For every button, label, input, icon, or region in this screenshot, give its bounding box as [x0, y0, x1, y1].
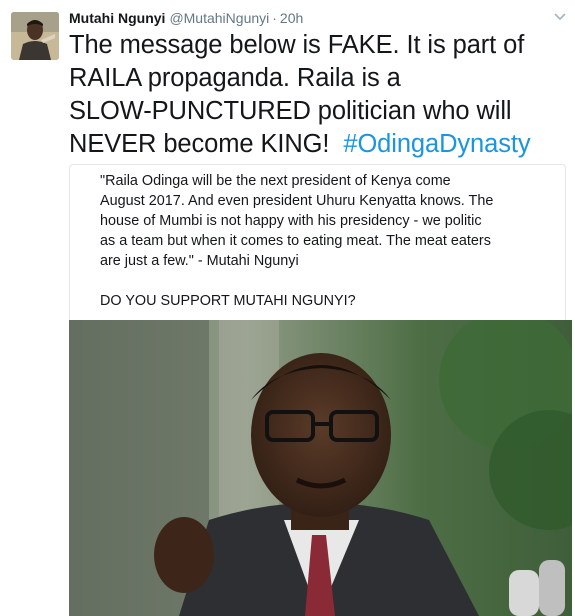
- quoted-text-line: are just a few." - Mutahi Ngunyi: [100, 253, 299, 269]
- header-separator: ·: [272, 10, 277, 26]
- chevron-down-icon[interactable]: [553, 10, 567, 24]
- quoted-question: DO YOU SUPPORT MUTAHI NGUNYI?: [100, 293, 356, 309]
- tweet-text: The message below is FAKE. It is part of…: [69, 29, 569, 161]
- tweet-text-line: RAILA propaganda. Raila is a: [69, 64, 401, 92]
- quoted-text-line: August 2017. And even president Uhuru Ke…: [100, 193, 494, 209]
- quoted-text-spacer: [100, 271, 560, 291]
- tweet-text-segment: NEVER become KING!: [69, 130, 330, 158]
- attached-photo[interactable]: [69, 320, 572, 616]
- tweet: Mutahi Ngunyi @MutahiNgunyi · 20h The messa…: [0, 0, 575, 616]
- tweet-text-line: The message below is FAKE. It is part of: [69, 31, 525, 59]
- tweet-text-line: NEVER become KING! #OdingaDynasty: [69, 128, 569, 161]
- avatar-image: [11, 12, 59, 60]
- tweet-header: Mutahi Ngunyi @MutahiNgunyi · 20h: [69, 9, 303, 27]
- quoted-text-line: house of Mumbi is not happy with his pre…: [100, 213, 482, 229]
- hashtag-link[interactable]: #OdingaDynasty: [343, 130, 530, 158]
- quoted-text-line: as a team but when it comes to eating me…: [100, 233, 491, 249]
- tweet-text-line: SLOW-PUNCTURED politician who will: [69, 97, 512, 125]
- tweet-timestamp[interactable]: 20h: [280, 10, 303, 26]
- author-handle[interactable]: @MutahiNgunyi: [169, 10, 269, 26]
- quoted-text-line: "Raila Odinga will be the next president…: [100, 173, 451, 189]
- author-name[interactable]: Mutahi Ngunyi: [69, 10, 165, 26]
- avatar[interactable]: [11, 12, 59, 60]
- quoted-text: "Raila Odinga will be the next president…: [100, 171, 560, 311]
